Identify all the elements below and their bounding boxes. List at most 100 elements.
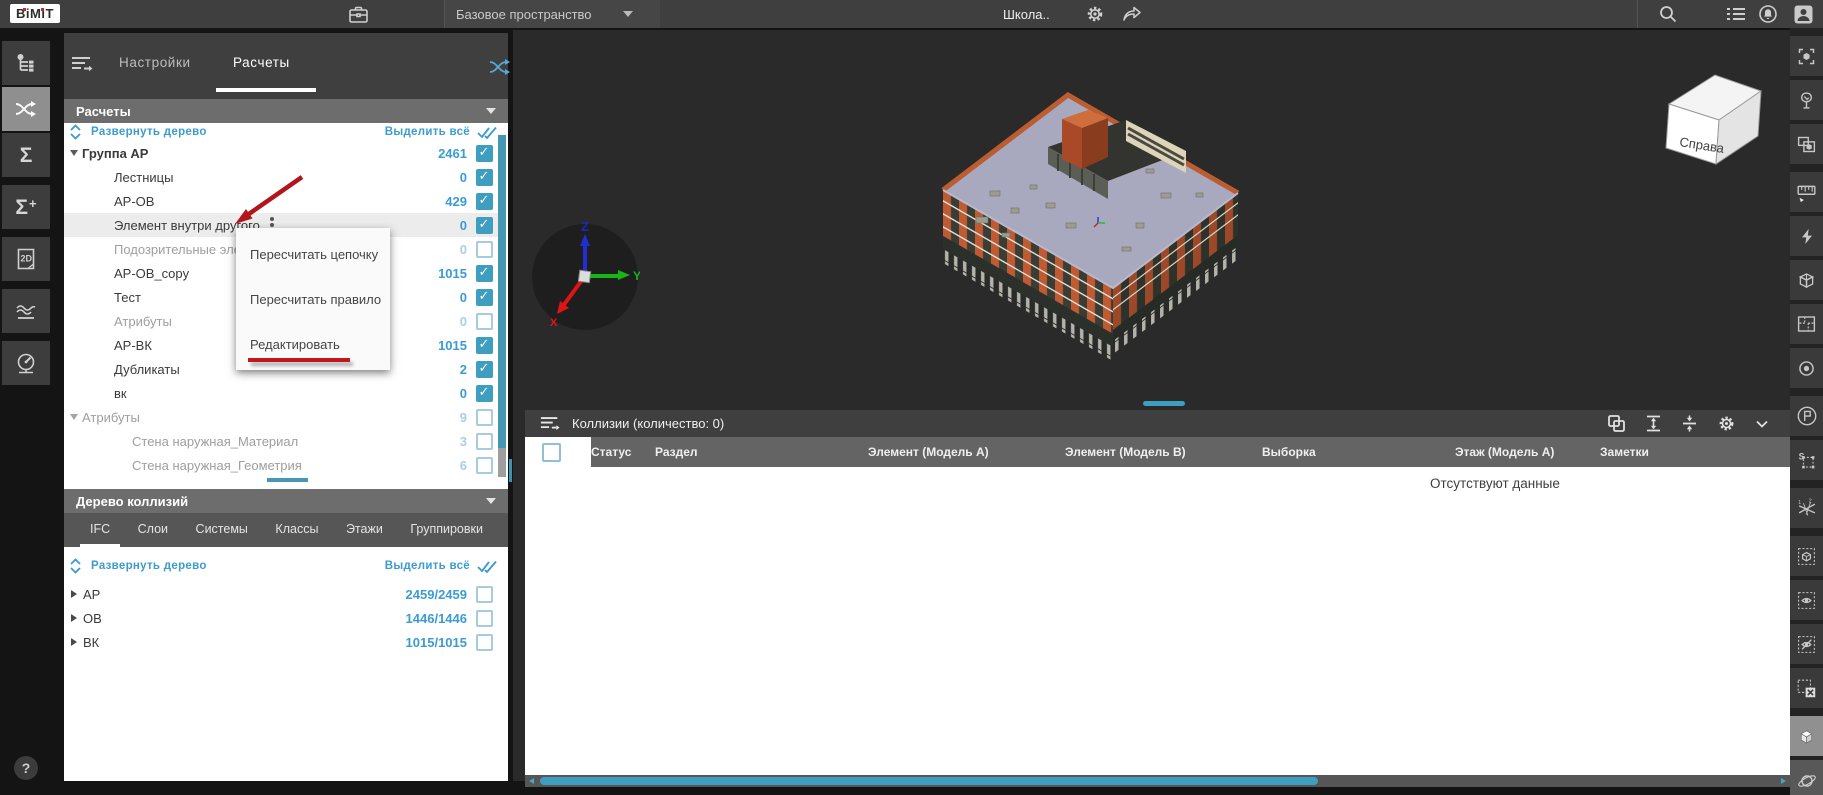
model-tree-icon[interactable]: [2, 41, 50, 85]
flash-icon[interactable]: [1790, 216, 1823, 256]
list-icon[interactable]: [1725, 3, 1747, 25]
clash-detection-icon[interactable]: [2, 87, 50, 131]
collapse-panel-icon[interactable]: [1756, 420, 1768, 428]
gear-icon[interactable]: [1084, 3, 1106, 25]
vertical-scrollbar[interactable]: [498, 135, 506, 448]
row-checkbox[interactable]: [476, 634, 493, 651]
row-checkbox[interactable]: [476, 193, 493, 210]
row-checkbox[interactable]: [476, 241, 493, 258]
expand-tree-link[interactable]: Развернуть дерево: [91, 126, 207, 138]
row-checkbox[interactable]: [476, 145, 493, 162]
collapse-rows-icon[interactable]: [1682, 415, 1697, 432]
navigation-cube[interactable]: Справа: [1655, 62, 1773, 170]
tree-row[interactable]: Атрибуты9: [64, 405, 498, 429]
row-checkbox[interactable]: [476, 217, 493, 234]
select-all-checkbox[interactable]: [542, 443, 561, 462]
calculations-section-header[interactable]: Расчеты: [64, 99, 508, 123]
account-icon[interactable]: [1792, 3, 1814, 25]
tree-row[interactable]: АР2459/2459: [64, 582, 498, 606]
tab-группировки[interactable]: Группировки: [400, 513, 493, 547]
row-checkbox[interactable]: [476, 385, 493, 402]
row-checkbox[interactable]: [476, 337, 493, 354]
share-icon[interactable]: [1121, 3, 1143, 25]
hide-eye-icon[interactable]: [1790, 624, 1823, 664]
double-check-icon[interactable]: [476, 559, 498, 573]
axis-gizmo[interactable]: Z Y X: [530, 222, 640, 332]
tree-row[interactable]: Группа АР2461: [64, 141, 498, 165]
caret-down-icon[interactable]: [70, 150, 78, 156]
caret-right-icon[interactable]: [71, 638, 77, 646]
notifications-icon[interactable]: [1757, 3, 1779, 25]
tree-row[interactable]: Стена наружная_Геометрия6: [64, 453, 498, 477]
zoom-fit-icon[interactable]: [1790, 36, 1823, 76]
show-eye-icon[interactable]: [1790, 580, 1823, 620]
settings-icon[interactable]: [1718, 415, 1735, 432]
double-check-icon[interactable]: [476, 125, 498, 139]
caret-right-icon[interactable]: [71, 614, 77, 622]
row-checkbox[interactable]: [476, 433, 493, 450]
caret-right-icon[interactable]: [71, 590, 77, 598]
collisions-hscrollbar[interactable]: [525, 775, 1790, 787]
chevron-down-icon[interactable]: [617, 3, 639, 25]
delete-selection-icon[interactable]: [1790, 668, 1823, 708]
show-box-icon[interactable]: [1790, 536, 1823, 576]
dashboard-icon[interactable]: [2, 341, 50, 385]
isolate-icon[interactable]: [1790, 124, 1823, 164]
locate-icon[interactable]: [1790, 348, 1823, 388]
expand-collapse-icon[interactable]: [69, 558, 82, 574]
collisions-menu-icon[interactable]: [540, 415, 560, 432]
row-checkbox[interactable]: [476, 610, 493, 627]
row-checkbox[interactable]: [476, 169, 493, 186]
row-checkbox[interactable]: [476, 586, 493, 603]
tree-row[interactable]: ВК1015/1015: [64, 630, 498, 654]
tab-классы[interactable]: Классы: [265, 513, 328, 547]
tab-calculations[interactable]: Расчеты: [233, 55, 290, 70]
tree-row[interactable]: вк0: [64, 381, 498, 405]
duplicate-icon[interactable]: [1608, 415, 1625, 432]
expand-collapse-icon[interactable]: [69, 124, 82, 140]
context-menu-item[interactable]: Пересчитать цепочку: [236, 234, 390, 274]
solid-view-icon[interactable]: [1790, 716, 1823, 756]
section-box-icon[interactable]: [1790, 260, 1823, 300]
tab-ifc[interactable]: IFC: [80, 513, 120, 547]
caret-down-icon[interactable]: [70, 414, 78, 420]
search-icon[interactable]: [1657, 3, 1679, 25]
tree-row[interactable]: ОВ1446/1446: [64, 606, 498, 630]
clash-lines-icon[interactable]: 12: [1790, 488, 1823, 528]
charts-icon[interactable]: [2, 289, 50, 333]
ruler-icon[interactable]: [1790, 172, 1823, 212]
tab-слои[interactable]: Слои: [128, 513, 178, 547]
tab-settings[interactable]: Настройки: [119, 55, 191, 70]
panel-drag-handle[interactable]: [1143, 401, 1185, 406]
scroll-left-arrow[interactable]: [529, 778, 534, 784]
row-checkbox[interactable]: [476, 313, 493, 330]
2d-view-icon[interactable]: 2D: [2, 237, 50, 281]
horizontal-scrollbar[interactable]: [267, 478, 308, 482]
totals-icon[interactable]: Σ: [2, 133, 50, 177]
row-checkbox[interactable]: [476, 409, 493, 426]
selection-settings-icon[interactable]: S: [1790, 440, 1823, 480]
floor-plan-icon[interactable]: [1790, 304, 1823, 344]
expand-tree-link[interactable]: Развернуть дерево: [91, 560, 207, 572]
flag-icon[interactable]: [1790, 396, 1823, 436]
select-all-link[interactable]: Выделить всё: [385, 560, 470, 572]
scrollbar-thumb[interactable]: [540, 777, 1318, 785]
tab-системы[interactable]: Системы: [186, 513, 258, 547]
row-checkbox[interactable]: [476, 289, 493, 306]
row-checkbox[interactable]: [476, 361, 493, 378]
context-menu-item[interactable]: Редактировать: [236, 324, 390, 364]
scroll-right-arrow[interactable]: [1781, 778, 1786, 784]
expand-rows-icon[interactable]: [1646, 415, 1661, 432]
panel-menu-icon[interactable]: [71, 55, 93, 73]
context-menu-item[interactable]: Пересчитать правило: [236, 279, 390, 319]
totals-add-icon[interactable]: Σ+: [2, 185, 50, 229]
row-checkbox[interactable]: [476, 457, 493, 474]
tab-этажи[interactable]: Этажи: [336, 513, 393, 547]
briefcase-icon[interactable]: [347, 3, 369, 25]
app-logo[interactable]: BiMiT: [10, 4, 60, 23]
select-all-link[interactable]: Выделить всё: [385, 126, 470, 138]
tree-icon[interactable]: [1790, 80, 1823, 120]
help-button[interactable]: ?: [14, 756, 38, 780]
tree-row[interactable]: Стена наружная_Материал3: [64, 429, 498, 453]
row-checkbox[interactable]: [476, 265, 493, 282]
